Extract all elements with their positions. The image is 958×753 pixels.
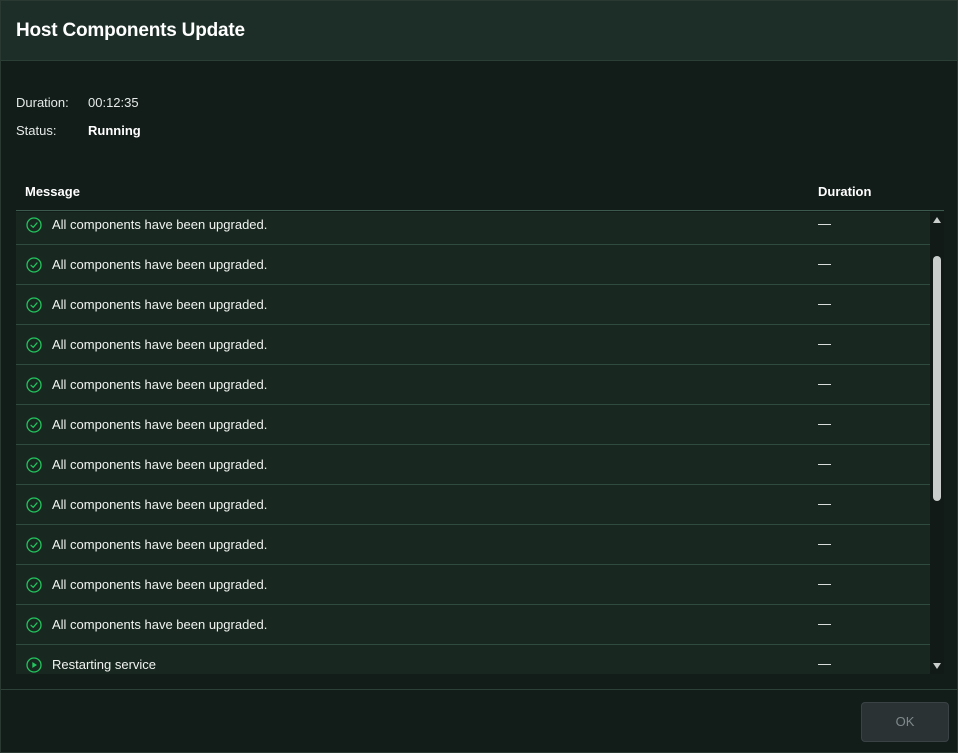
table-row: All components have been upgraded. — [16, 365, 930, 405]
table-row: All components have been upgraded. — [16, 445, 930, 485]
play-circle-icon [26, 657, 42, 673]
row-duration: — [818, 416, 831, 431]
row-message: All components have been upgraded. [52, 457, 268, 472]
row-duration: — [818, 296, 831, 311]
check-circle-icon [26, 417, 42, 433]
status-value: Running [88, 123, 141, 138]
table-header: Message Duration [16, 173, 944, 211]
row-duration: — [818, 576, 831, 591]
row-message: Restarting service [52, 657, 157, 672]
vertical-scrollbar[interactable] [930, 212, 944, 674]
check-circle-icon [26, 617, 42, 633]
row-duration: — [818, 656, 831, 671]
check-circle-icon [26, 257, 42, 273]
row-message: All components have been upgraded. [52, 297, 268, 312]
check-circle-icon [26, 217, 42, 233]
row-duration: — [818, 536, 831, 551]
row-message: All components have been upgraded. [52, 257, 268, 272]
table-row: All components have been upgraded. — [16, 525, 930, 565]
column-header-message: Message [25, 184, 80, 199]
table-row: All components have been upgraded. — [16, 285, 930, 325]
row-message: All components have been upgraded. [52, 377, 268, 392]
row-duration: — [818, 616, 831, 631]
check-circle-icon [26, 457, 42, 473]
scroll-thumb[interactable] [933, 256, 941, 501]
message-list[interactable]: All components have been upgraded. — All c… [16, 212, 930, 674]
row-message: All components have been upgraded. [52, 617, 268, 632]
column-header-duration: Duration [818, 184, 872, 199]
scroll-up-arrow-icon[interactable] [932, 215, 942, 225]
check-circle-icon [26, 577, 42, 593]
dialog-header: Host Components Update [1, 1, 957, 61]
row-duration: — [818, 376, 831, 391]
check-circle-icon [26, 537, 42, 553]
row-message: All components have been upgraded. [52, 337, 268, 352]
check-circle-icon [26, 297, 42, 313]
table-row: All components have been upgraded. — [16, 485, 930, 525]
table-row: Restarting service — [16, 645, 930, 674]
row-duration: — [818, 336, 831, 351]
row-duration: — [818, 256, 831, 271]
row-message: All components have been upgraded. [52, 217, 268, 232]
row-message: All components have been upgraded. [52, 577, 268, 592]
row-message: All components have been upgraded. [52, 537, 268, 552]
check-circle-icon [26, 377, 42, 393]
table-row: All components have been upgraded. — [16, 212, 930, 245]
dialog-title: Host Components Update [16, 20, 245, 41]
ok-button[interactable]: OK [861, 702, 949, 742]
check-circle-icon [26, 337, 42, 353]
table-row: All components have been upgraded. — [16, 565, 930, 605]
table-row: All components have been upgraded. — [16, 405, 930, 445]
scroll-down-arrow-icon[interactable] [932, 661, 942, 671]
row-message: All components have been upgraded. [52, 417, 268, 432]
status-label: Status: [16, 123, 57, 138]
check-circle-icon [26, 497, 42, 513]
table-row: All components have been upgraded. — [16, 605, 930, 645]
table-row: All components have been upgraded. — [16, 245, 930, 285]
row-message: All components have been upgraded. [52, 497, 268, 512]
row-duration: — [818, 456, 831, 471]
footer-divider [1, 689, 957, 690]
duration-label: Duration: [16, 95, 69, 110]
duration-value: 00:12:35 [88, 95, 139, 110]
host-components-update-dialog: Host Components Update Duration: 00:12:3… [0, 0, 958, 753]
row-duration: — [818, 496, 831, 511]
row-duration: — [818, 216, 831, 231]
table-row: All components have been upgraded. — [16, 325, 930, 365]
